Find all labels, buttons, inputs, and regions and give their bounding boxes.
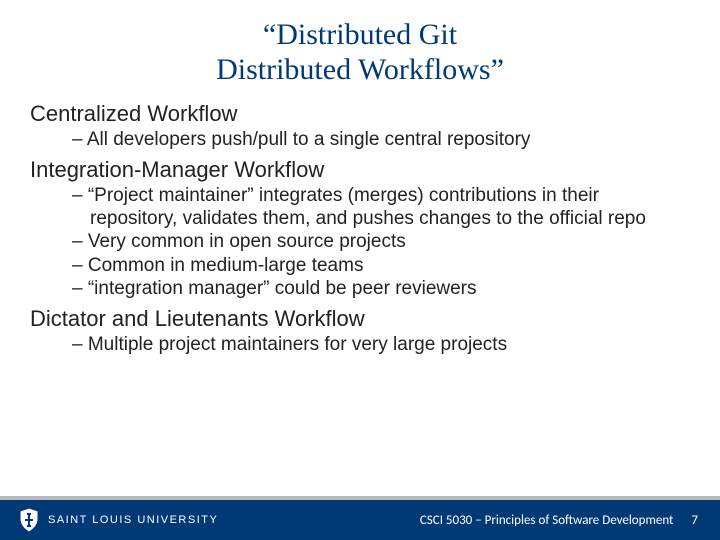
slide-footer: SAINT LOUIS UNIVERSITY CSCI 5030 – Princ…	[0, 496, 720, 540]
title-line-2: Distributed Workflows”	[216, 53, 504, 86]
section-3-bullets: Multiple project maintainers for very la…	[30, 334, 690, 356]
section-1-bullets: All developers push/pull to a single cen…	[30, 129, 690, 151]
university-logo: SAINT LOUIS UNIVERSITY	[18, 507, 218, 533]
shield-icon	[18, 507, 40, 533]
footer-right: CSCI 5030 – Principles of Software Devel…	[420, 513, 698, 528]
slide-title: “Distributed Git Distributed Workflows”	[30, 18, 690, 87]
list-item: Common in medium-large teams	[30, 255, 690, 277]
slide-body: “Distributed Git Distributed Workflows” …	[0, 0, 720, 540]
course-label: CSCI 5030 – Principles of Software Devel…	[420, 513, 674, 528]
section-2-bullets: “Project maintainer” integrates (merges)…	[30, 185, 690, 300]
logo-text: SAINT LOUIS UNIVERSITY	[48, 514, 218, 526]
list-item: Very common in open source projects	[30, 231, 690, 253]
list-item: “integration manager” could be peer revi…	[30, 278, 690, 300]
title-line-1: “Distributed Git	[263, 18, 457, 51]
section-heading-3: Dictator and Lieutenants Workflow	[30, 306, 690, 332]
page-number: 7	[691, 513, 698, 528]
list-item: All developers push/pull to a single cen…	[30, 129, 690, 151]
list-item: “Project maintainer” integrates (merges)…	[30, 185, 690, 230]
section-heading-2: Integration-Manager Workflow	[30, 157, 690, 183]
section-heading-1: Centralized Workflow	[30, 101, 690, 127]
list-item: Multiple project maintainers for very la…	[30, 334, 690, 356]
